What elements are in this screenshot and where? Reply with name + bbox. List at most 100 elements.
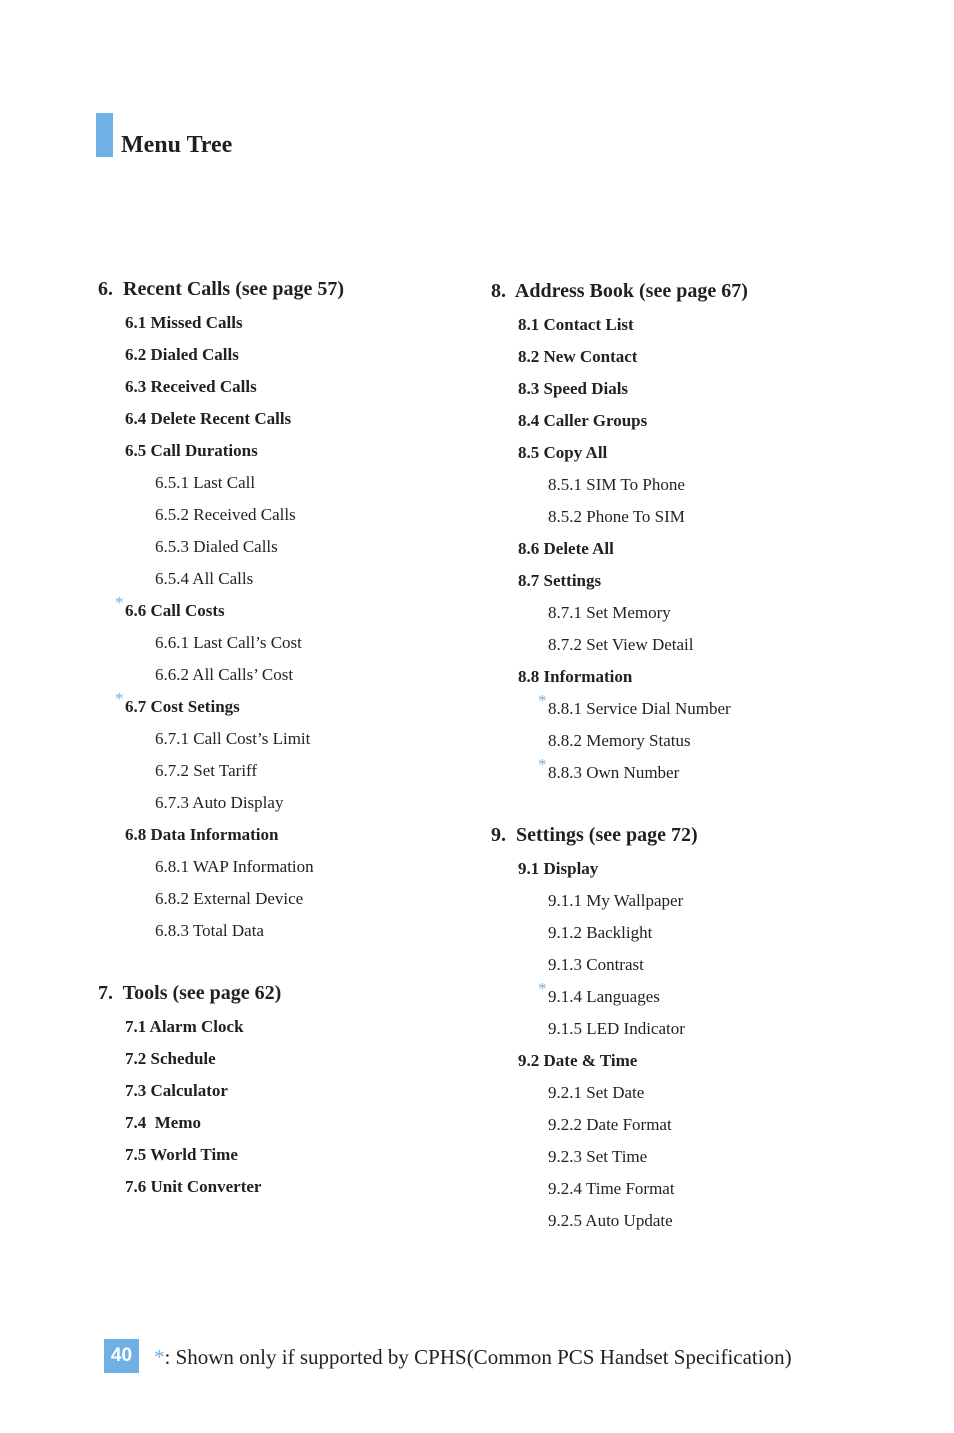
submenu-item: 9.1.1 My Wallpaper	[491, 885, 748, 917]
submenu-item: 6.5.1 Last Call	[98, 467, 344, 499]
submenu-item: 6.7.2 Set Tariff	[98, 755, 344, 787]
section-settings: 9. Settings (see page 72) 9.1 Display 9.1…	[491, 821, 748, 1237]
left-column: 6. Recent Calls (see page 57) 6.1 Missed…	[98, 275, 344, 1203]
menu-item-label: 8.1 Contact List	[518, 315, 634, 334]
menu-item: 9.1 Display	[491, 853, 748, 885]
section-tools: 7. Tools (see page 62) 7.1 Alarm Clock 7.…	[98, 979, 344, 1203]
menu-item-label: 7.3 Calculator	[125, 1081, 228, 1100]
menu-item-label: 6.3 Received Calls	[125, 377, 257, 396]
menu-item-label: 7.4 Memo	[125, 1113, 202, 1132]
submenu-item: 9.2.5 Auto Update	[491, 1205, 748, 1237]
menu-item-label: 8.6 Delete All	[518, 539, 614, 558]
menu-item-label: 9.1 Display	[518, 859, 599, 878]
menu-item-label: 6.6 Call Costs	[125, 601, 225, 620]
menu-item-label: 8.8.3 Own Number	[548, 763, 680, 782]
submenu-item: 6.7.1 Call Cost’s Limit	[98, 723, 344, 755]
submenu-item: 6.6.2 All Calls’ Cost	[98, 659, 344, 691]
menu-item: 7.5 World Time	[98, 1139, 344, 1171]
submenu-item: 6.8.3 Total Data	[98, 915, 344, 947]
menu-item-label: 9.1.2 Backlight	[548, 923, 653, 942]
submenu-item: * 8.8.1 Service Dial Number	[491, 691, 748, 725]
menu-item: 6.3 Received Calls	[98, 371, 344, 403]
menu-item-label: 8.5.1 SIM To Phone	[548, 475, 685, 494]
menu-item-label: 9.1.5 LED Indicator	[548, 1019, 685, 1038]
submenu-item: 6.5.2 Received Calls	[98, 499, 344, 531]
menu-item-label: 9.2.5 Auto Update	[548, 1211, 673, 1230]
menu-item: 6.8 Data Information	[98, 819, 344, 851]
cphs-asterisk-icon: *	[115, 689, 124, 708]
menu-item-label: 7.2 Schedule	[125, 1049, 216, 1068]
menu-item-label: 8.3 Speed Dials	[518, 379, 629, 398]
cphs-asterisk-icon: *	[538, 979, 547, 998]
submenu-item: 6.7.3 Auto Display	[98, 787, 344, 819]
submenu-item: 9.2.1 Set Date	[491, 1077, 748, 1109]
menu-item: 7.3 Calculator	[98, 1075, 344, 1107]
menu-item: 7.1 Alarm Clock	[98, 1011, 344, 1043]
menu-item-label: 8.8.2 Memory Status	[548, 731, 691, 750]
cphs-footnote: *: Shown only if supported by CPHS(Commo…	[154, 1343, 792, 1371]
menu-item-label: 6.4 Delete Recent Calls	[125, 409, 292, 428]
submenu-item: 6.6.1 Last Call’s Cost	[98, 627, 344, 659]
menu-item-label: 8.7 Settings	[518, 571, 602, 590]
menu-item-label: 6.5.3 Dialed Calls	[155, 537, 278, 556]
menu-item-label: 6.7 Cost Setings	[125, 697, 240, 716]
menu-item-label: 8.8.1 Service Dial Number	[548, 699, 731, 718]
menu-item-label: 6.5.1 Last Call	[155, 473, 256, 492]
menu-item: 7.4 Memo	[98, 1107, 344, 1139]
menu-item-label: 6.7.1 Call Cost’s Limit	[155, 729, 311, 748]
footnote-text: : Shown only if supported by CPHS(Common…	[164, 1345, 792, 1369]
section-address-book: 8. Address Book (see page 67) 8.1 Contac…	[491, 277, 748, 789]
menu-item-label: 6.5 Call Durations	[125, 441, 258, 460]
submenu-item: * 9.1.4 Languages	[491, 979, 748, 1013]
submenu-item: 6.5.3 Dialed Calls	[98, 531, 344, 563]
submenu-item: 9.2.3 Set Time	[491, 1141, 748, 1173]
submenu-item: 6.5.4 All Calls	[98, 563, 344, 595]
menu-item-label: 8.5 Copy All	[518, 443, 608, 462]
menu-item-label: 8.4 Caller Groups	[518, 411, 648, 430]
menu-item-label: 9.1.1 My Wallpaper	[548, 891, 684, 910]
section-heading: 9. Settings (see page 72)	[491, 824, 698, 846]
cphs-asterisk-icon: *	[538, 691, 547, 710]
submenu-item: 9.1.3 Contrast	[491, 949, 748, 981]
menu-item: * 6.6 Call Costs	[98, 593, 344, 627]
page-title: Menu Tree	[121, 132, 233, 158]
menu-item: 6.4 Delete Recent Calls	[98, 403, 344, 435]
submenu-item: 9.1.2 Backlight	[491, 917, 748, 949]
section-heading: 8. Address Book (see page 67)	[491, 280, 748, 302]
menu-item: 8.6 Delete All	[491, 533, 748, 565]
submenu-item: 6.8.2 External Device	[98, 883, 344, 915]
section-heading: 6. Recent Calls (see page 57)	[98, 278, 345, 300]
menu-item-label: 6.6.1 Last Call’s Cost	[155, 633, 302, 652]
submenu-item: 6.8.1 WAP Information	[98, 851, 344, 883]
menu-item: 6.5 Call Durations	[98, 435, 344, 467]
menu-item: 8.8 Information	[491, 661, 748, 693]
right-column: 8. Address Book (see page 67) 8.1 Contac…	[491, 277, 748, 1237]
menu-item-label: 6.8.1 WAP Information	[155, 857, 314, 876]
menu-item-label: 9.2.3 Set Time	[548, 1147, 648, 1166]
submenu-item: 8.5.2 Phone To SIM	[491, 501, 748, 533]
cphs-asterisk-icon: *	[538, 755, 547, 774]
menu-item-label: 7.5 World Time	[125, 1145, 238, 1164]
title-accent-bar	[96, 113, 113, 157]
menu-item-label: 6.1 Missed Calls	[125, 313, 243, 332]
menu-item-label: 6.5.4 All Calls	[155, 569, 254, 588]
menu-item-label: 8.7.2 Set View Detail	[548, 635, 694, 654]
menu-item: 8.5 Copy All	[491, 437, 748, 469]
submenu-item: 8.5.1 SIM To Phone	[491, 469, 748, 501]
section-recent-calls: 6. Recent Calls (see page 57) 6.1 Missed…	[98, 275, 344, 947]
menu-item: 6.2 Dialed Calls	[98, 339, 344, 371]
menu-item: 9.2 Date & Time	[491, 1045, 748, 1077]
menu-item: 8.1 Contact List	[491, 309, 748, 341]
asterisk-icon: *	[154, 1345, 165, 1369]
menu-item-label: 9.2.4 Time Format	[548, 1179, 675, 1198]
submenu-item: 9.2.4 Time Format	[491, 1173, 748, 1205]
menu-item: * 6.7 Cost Setings	[98, 689, 344, 723]
submenu-item: * 8.8.3 Own Number	[491, 755, 748, 789]
menu-item: 7.2 Schedule	[98, 1043, 344, 1075]
menu-item-label: 7.1 Alarm Clock	[125, 1017, 244, 1036]
menu-item-label: 8.8 Information	[518, 667, 633, 686]
menu-item-label: 6.8.2 External Device	[155, 889, 304, 908]
section-heading: 7. Tools (see page 62)	[98, 982, 282, 1004]
menu-item-label: 6.7.2 Set Tariff	[155, 761, 258, 780]
submenu-item: 8.7.1 Set Memory	[491, 597, 748, 629]
